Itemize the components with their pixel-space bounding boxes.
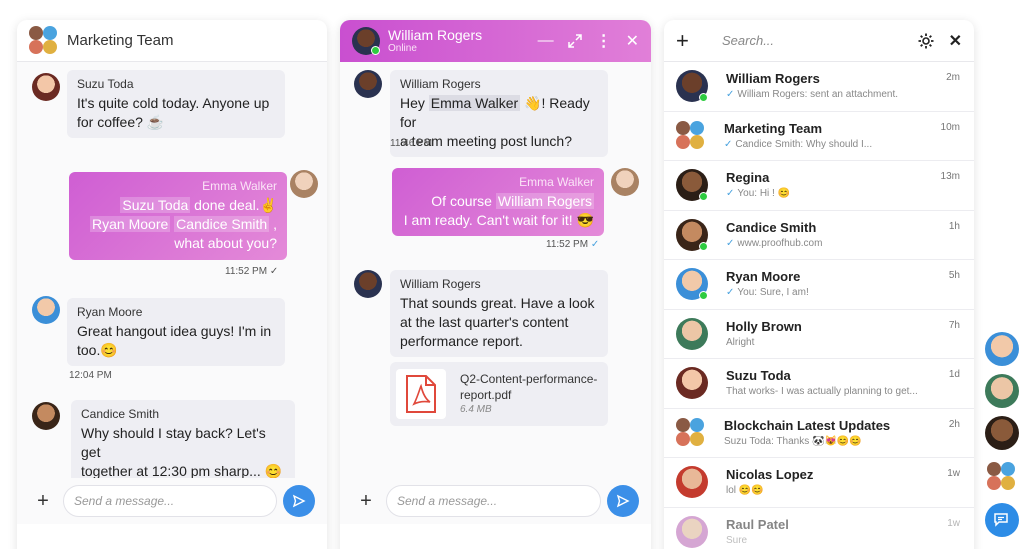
send-icon <box>616 494 630 508</box>
avatar <box>354 70 382 98</box>
own-message-bubble: Emma Walker Of course William Rogers I a… <box>392 168 604 236</box>
avatar <box>676 218 708 251</box>
close-icon[interactable]: ✕ <box>626 31 639 51</box>
message-bubble: Ryan Moore Great hangout idea guys! I'm … <box>67 298 285 366</box>
conversation-item[interactable]: Nicolas Lopez lol 😊😊 1w <box>664 458 974 508</box>
chat-title: William Rogers <box>388 27 483 43</box>
file-attachment[interactable]: Q2-Content-performance- report.pdf 6.4 M… <box>390 362 608 426</box>
chat-icon <box>994 513 1008 527</box>
conversation-item[interactable]: Holly Brown Alright 7h <box>664 310 974 359</box>
floating-group-avatar[interactable] <box>985 460 1017 492</box>
own-message-bubble: Emma Walker Suzu Toda done deal.✌ Ryan M… <box>69 172 287 260</box>
time-label: 2m <box>946 72 960 83</box>
chat-header: Marketing Team <box>17 20 327 62</box>
avatar <box>676 317 708 350</box>
avatar <box>32 296 60 324</box>
avatar <box>676 466 708 499</box>
file-name: Q2-Content-performance- <box>460 372 598 386</box>
pdf-icon <box>396 369 446 419</box>
add-attachment-button[interactable]: + <box>352 487 380 515</box>
time-label: 2h <box>948 418 960 430</box>
avatar <box>676 515 708 548</box>
group-avatar <box>676 120 706 151</box>
message-input[interactable]: Send a message... <box>63 485 277 517</box>
message-composer: + Send a message... <box>17 478 327 524</box>
send-icon <box>292 494 306 508</box>
add-attachment-button[interactable]: + <box>29 487 57 515</box>
floating-chat-avatar[interactable] <box>985 332 1019 366</box>
message-area[interactable]: William Rogers Hey Emma Walker 👋! Ready … <box>340 62 651 524</box>
avatar <box>32 402 60 430</box>
mention[interactable]: Emma Walker <box>428 95 521 111</box>
minimize-icon[interactable]: — <box>538 32 554 50</box>
avatar <box>676 70 708 103</box>
time-label: 5h <box>948 270 960 281</box>
send-button[interactable] <box>283 485 315 517</box>
message-bubble: William Rogers That sounds great. Have a… <box>390 270 608 357</box>
group-chat-window: Marketing Team Suzu Toda It's quite cold… <box>17 20 327 549</box>
message-area[interactable]: Suzu Toda It's quite cold today. Anyone … <box>17 62 327 524</box>
conversation-item[interactable]: Raul Patel Sure 1w <box>664 508 974 549</box>
mention[interactable]: William Rogers <box>495 193 594 209</box>
message-time: 11:46 PM <box>390 138 433 149</box>
chat-launcher-button[interactable] <box>985 503 1019 537</box>
conversation-list: William Rogers ✓ William Rogers: sent an a… <box>664 62 974 549</box>
message-bubble: Candice Smith Why should I stay back? Le… <box>71 400 295 487</box>
new-chat-button[interactable]: + <box>676 28 700 54</box>
settings-icon[interactable] <box>917 32 935 50</box>
time-label: 10m <box>940 121 960 133</box>
chat-header: William Rogers Online — ⋮ ✕ <box>340 20 651 62</box>
avatar <box>290 170 318 198</box>
conversation-item[interactable]: William Rogers ✓ William Rogers: sent an a… <box>664 62 974 112</box>
conversation-item[interactable]: Marketing Team ✓ Candice Smith: Why should… <box>664 112 974 161</box>
send-button[interactable] <box>607 485 639 517</box>
mention[interactable]: Suzu Toda <box>120 197 191 213</box>
avatar <box>611 168 639 196</box>
file-name: report.pdf <box>460 388 512 402</box>
mention[interactable]: Ryan Moore <box>90 216 171 232</box>
conversation-item[interactable]: Candice Smith ✓ www.proofhub.com 1h <box>664 211 974 260</box>
direct-chat-window: William Rogers Online — ⋮ ✕ William Roge… <box>340 20 651 549</box>
avatar <box>354 270 382 298</box>
floating-chat-avatar[interactable] <box>985 416 1019 450</box>
time-label: 1w <box>947 468 960 479</box>
expand-icon[interactable] <box>567 34 582 48</box>
time-label: 13m <box>940 171 960 182</box>
time-label: 7h <box>948 319 960 331</box>
message-time: 11:52 PM ✓ <box>225 266 279 277</box>
group-avatar <box>29 25 59 56</box>
search-input[interactable]: Search... <box>722 33 917 48</box>
message-bubble: Suzu Toda It's quite cold today. Anyone … <box>67 70 285 138</box>
time-label: 1d <box>948 369 960 380</box>
conversation-item[interactable]: Regina ✓ You: Hi ! 😊 13m <box>664 161 974 211</box>
message-time: 12:04 PM <box>69 370 112 381</box>
message-composer: + Send a message... <box>340 478 651 524</box>
list-header: + Search... ✕ <box>664 20 974 62</box>
more-options-icon[interactable]: ⋮ <box>596 31 612 51</box>
mention[interactable]: Candice Smith <box>174 216 270 232</box>
chat-title: Marketing Team <box>67 32 174 49</box>
online-indicator <box>371 46 380 55</box>
time-label: 1w <box>947 517 960 529</box>
group-avatar <box>676 417 706 448</box>
avatar <box>676 367 708 400</box>
message-time: 11:52 PM ✓ <box>546 239 600 250</box>
file-size: 6.4 MB <box>460 404 492 415</box>
conversation-item[interactable]: Blockchain Latest Updates Suzu Toda: Than… <box>664 409 974 458</box>
avatar <box>32 73 60 101</box>
time-label: 1h <box>948 220 960 232</box>
message-input[interactable]: Send a message... <box>386 485 601 517</box>
conversation-item[interactable]: Suzu Toda That works- I was actually plan… <box>664 359 974 409</box>
conversation-item[interactable]: Ryan Moore ✓ You: Sure, I am! 5h <box>664 260 974 310</box>
avatar <box>676 268 708 301</box>
avatar <box>676 169 708 202</box>
close-icon[interactable]: ✕ <box>949 31 962 51</box>
floating-chat-avatar[interactable] <box>985 374 1019 408</box>
status-text: Online <box>388 43 417 54</box>
conversation-list-panel: + Search... ✕ William Rogers ✓ William Rog… <box>664 20 974 549</box>
